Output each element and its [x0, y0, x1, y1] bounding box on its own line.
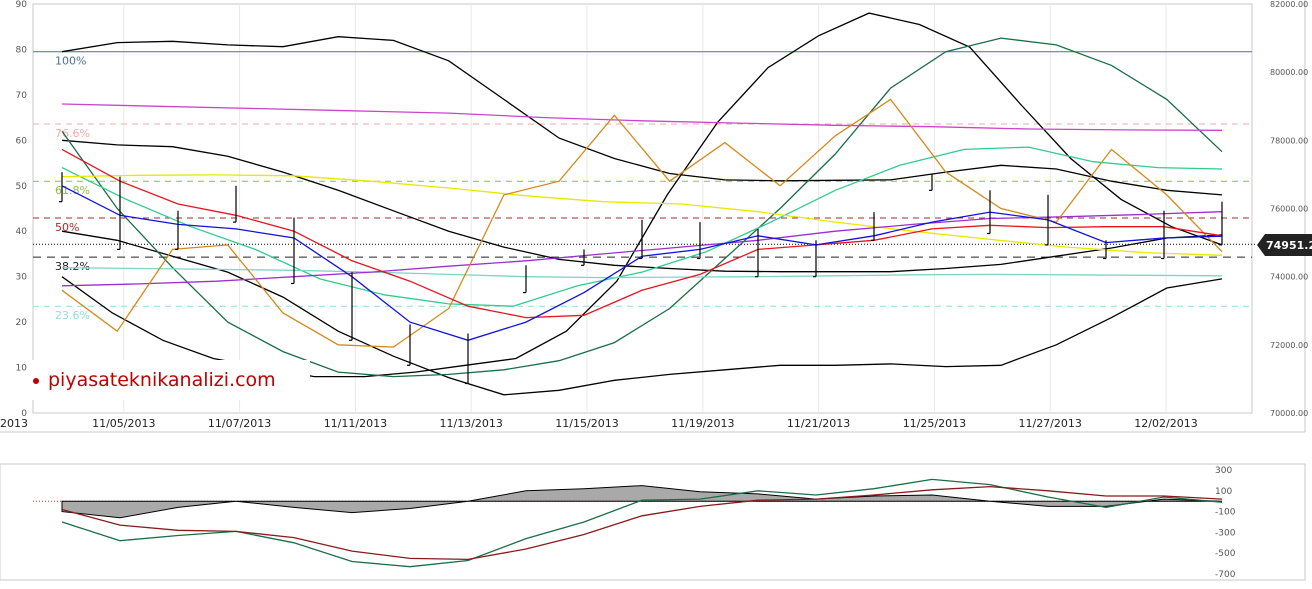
- fib-level-label: 100%: [55, 55, 86, 68]
- fib-level-label: 76.6%: [55, 127, 90, 140]
- x-tick-label: 11/25/2013: [903, 417, 966, 430]
- y-left-tick-label: 60: [16, 136, 28, 146]
- chart-area: 100% 76.6% 61.8% 50% 38.2% 23.6% 2013 11/05/20…: [0, 0, 1312, 585]
- x-tick-label: 11/21/2013: [787, 417, 850, 430]
- x-tick-label: 11/07/2013: [208, 417, 271, 430]
- y-left-tick-label: 70: [16, 91, 28, 101]
- fib-level-label: 23.6%: [55, 309, 90, 322]
- y-right-tick-label: 72000.00: [1270, 341, 1308, 350]
- y-right-tick-label: 74000.00: [1270, 273, 1308, 282]
- oscillator-frame: [0, 463, 1306, 581]
- y-left-tick-label: 50: [16, 182, 28, 192]
- x-tick-label: 11/13/2013: [439, 417, 502, 430]
- y-right-tick-label: 78000.00: [1270, 136, 1308, 145]
- watermark-dot: [33, 378, 39, 384]
- x-tick-label: 11/11/2013: [324, 417, 387, 430]
- price-badge-label: 74951.2: [1266, 239, 1312, 252]
- y-right-tick-label: 76000.00: [1270, 205, 1308, 214]
- osc-tick-label: -300: [1215, 528, 1236, 538]
- y-left-tick-label: 20: [16, 318, 28, 328]
- osc-tick-label: 300: [1215, 466, 1232, 476]
- y-left-tick-label: 10: [16, 364, 28, 374]
- fib-level-label: 38.2%: [55, 260, 90, 273]
- y-left-tick-label: 80: [16, 45, 28, 55]
- osc-tick-label: 100: [1215, 487, 1232, 497]
- x-tick-label: 12/02/2013: [1134, 417, 1197, 430]
- osc-tick-label: -700: [1215, 570, 1236, 580]
- main-plot-frame: [32, 3, 1253, 414]
- y-left-tick-label: 90: [16, 0, 28, 10]
- x-tick-label: 11/27/2013: [1018, 417, 1081, 430]
- y-right-tick-label: 82000.00: [1270, 0, 1308, 9]
- osc-tick-label: -500: [1215, 549, 1236, 559]
- x-tick-label: 11/19/2013: [671, 417, 734, 430]
- y-left-tick-label: 40: [16, 227, 28, 237]
- chart-svg: 100%76.6%61.8%50%38.2%23.6% 2013 11/05/20…: [0, 0, 1312, 581]
- osc-tick-label: -100: [1215, 508, 1236, 518]
- y-left-tick-label: 0: [21, 409, 27, 419]
- y-right-tick-label: 70000.00: [1270, 409, 1308, 418]
- x-tick-label: 11/15/2013: [555, 417, 618, 430]
- watermark-text: piyasateknikanalizi.com: [48, 369, 276, 391]
- y-left-tick-label: 30: [16, 273, 28, 283]
- y-right-tick-label: 80000.00: [1270, 68, 1308, 77]
- x-tick-label: 11/05/2013: [92, 417, 155, 430]
